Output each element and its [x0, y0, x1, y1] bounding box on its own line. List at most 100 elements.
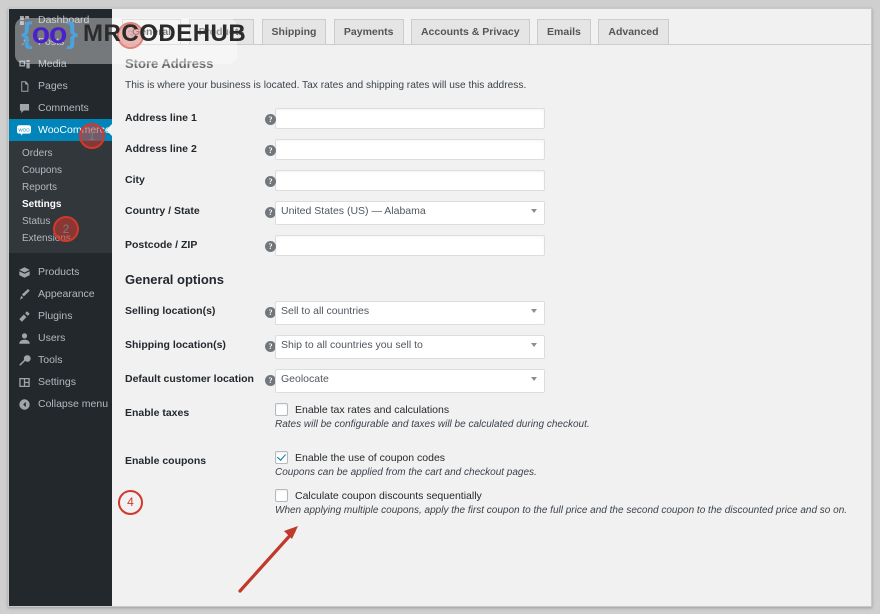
shipping-locations-value: Ship to all countries you sell to [281, 339, 423, 351]
media-icon [16, 57, 32, 71]
annotation-marker-4: 4 [118, 490, 143, 515]
tab-accounts-privacy[interactable]: Accounts & Privacy [410, 19, 530, 44]
sidebar-item-label: Plugins [38, 310, 73, 322]
form-row-default-customer-location: Default customer location ? Geolocate [125, 364, 855, 398]
sidebar-item-label: Appearance [38, 288, 95, 300]
sequential-coupons-label: Calculate coupon discounts sequentially [295, 489, 482, 502]
products-icon [16, 265, 32, 279]
sidebar-item-label: Collapse menu [38, 398, 109, 410]
label-enable-taxes: Enable taxes [125, 407, 190, 419]
country-state-value: United States (US) — Alabama [281, 205, 426, 217]
sidebar-item-pages[interactable]: Pages [9, 75, 112, 97]
submenu-item-coupons[interactable]: Coupons [9, 162, 112, 179]
chevron-down-icon [531, 377, 537, 381]
shipping-locations-select[interactable]: Ship to all countries you sell to [275, 335, 545, 359]
form-row-address-line-1: Address line 1 ? [125, 103, 855, 134]
chevron-down-icon [531, 209, 537, 213]
enable-coupons-row[interactable]: Enable the use of coupon codes [275, 451, 855, 464]
settings-icon [16, 375, 32, 389]
svg-text:WOO: WOO [18, 127, 30, 132]
sidebar-item-collapse-menu[interactable]: Collapse menu [9, 393, 112, 415]
help-icon[interactable]: ? [265, 176, 276, 187]
sequential-coupons-row[interactable]: Calculate coupon discounts sequentially [275, 489, 855, 502]
label-shipping-locations: Shipping location(s) ? [125, 330, 276, 364]
sidebar-item-label: Settings [38, 376, 76, 388]
chevron-down-icon [531, 309, 537, 313]
collapse-icon [16, 397, 32, 411]
enable-taxes-hint: Rates will be configurable and taxes wil… [275, 419, 590, 430]
label-country-state: Country / State ? [125, 196, 276, 230]
settings-panel: Store Address This is where your busines… [112, 56, 871, 532]
general-options-form: Selling location(s) ? Sell to all countr… [125, 296, 855, 532]
form-row-enable-taxes: Enable taxes Enable tax rates and calcul… [125, 398, 855, 446]
store-address-heading: Store Address [125, 56, 214, 71]
address-line-1-input[interactable] [275, 108, 545, 129]
comments-icon [16, 101, 32, 115]
help-icon[interactable]: ? [265, 114, 276, 125]
sidebar-item-label: Tools [38, 354, 63, 366]
tab-shipping[interactable]: Shipping [261, 19, 327, 44]
form-row-address-line-2: Address line 2 ? [125, 134, 855, 165]
sidebar-item-products[interactable]: Products [9, 261, 112, 283]
sequential-coupons-hint: When applying multiple coupons, apply th… [275, 505, 848, 516]
store-address-description: This is where your business is located. … [125, 80, 527, 91]
users-icon [16, 331, 32, 345]
sidebar-item-label: Products [38, 266, 80, 278]
chevron-down-icon [531, 343, 537, 347]
settings-tabs: General Products Shipping Payments Accou… [121, 18, 871, 45]
sidebar-item-label: Comments [38, 102, 89, 114]
label-default-customer-location: Default customer location ? [125, 364, 276, 398]
label-address-line-1: Address line 1 ? [125, 103, 276, 134]
main-content: General Products Shipping Payments Accou… [112, 9, 871, 606]
help-icon[interactable]: ? [265, 145, 276, 156]
default-customer-location-select[interactable]: Geolocate [275, 369, 545, 393]
form-row-city: City ? [125, 165, 855, 196]
enable-taxes-checkbox[interactable] [275, 403, 288, 416]
tab-payments[interactable]: Payments [333, 19, 404, 44]
sequential-coupons-checkbox[interactable] [275, 489, 288, 502]
label-address-line-2: Address line 2 ? [125, 134, 276, 165]
sidebar-item-tools[interactable]: Tools [9, 349, 112, 371]
country-state-select[interactable]: United States (US) — Alabama [275, 201, 545, 225]
selling-locations-select[interactable]: Sell to all countries [275, 301, 545, 325]
help-icon[interactable]: ? [265, 241, 276, 252]
appearance-icon [16, 287, 32, 301]
annotation-marker-1: 1 [79, 123, 105, 149]
enable-coupons-checkbox[interactable] [275, 451, 288, 464]
sidebar-item-users[interactable]: Users [9, 327, 112, 349]
form-row-selling-locations: Selling location(s) ? Sell to all countr… [125, 296, 855, 330]
store-address-form: Address line 1 ? Address line 2 ? City ?… [125, 103, 855, 261]
form-row-shipping-locations: Shipping location(s) ? Ship to all count… [125, 330, 855, 364]
sidebar-item-settings[interactable]: Settings [9, 371, 112, 393]
tab-advanced[interactable]: Advanced [598, 19, 669, 44]
form-row-enable-coupons: Enable coupons Enable the use of coupon … [125, 446, 855, 532]
sidebar-item-appearance[interactable]: Appearance [9, 283, 112, 305]
woocommerce-icon: WOO [16, 123, 32, 137]
browser-window: Dashboard Posts Media Pages Comments WOO… [8, 8, 872, 607]
submenu-item-settings[interactable]: Settings [9, 196, 112, 213]
enable-taxes-row[interactable]: Enable tax rates and calculations [275, 403, 855, 416]
sidebar-item-comments[interactable]: Comments [9, 97, 112, 119]
sidebar-item-label: Users [38, 332, 66, 344]
form-row-postcode-zip: Postcode / ZIP ? [125, 230, 855, 261]
sidebar-item-plugins[interactable]: Plugins [9, 305, 112, 327]
menu-divider [9, 253, 112, 261]
tab-products[interactable]: Products [188, 19, 255, 44]
admin-sidebar: Dashboard Posts Media Pages Comments WOO… [9, 9, 113, 606]
general-options-heading: General options [125, 272, 224, 287]
label-enable-coupons: Enable coupons [125, 455, 207, 467]
submenu-item-reports[interactable]: Reports [9, 179, 112, 196]
sidebar-item-dashboard[interactable]: Dashboard [9, 9, 112, 31]
dashboard-icon [16, 13, 32, 27]
label-selling-locations: Selling location(s) ? [125, 296, 276, 330]
postcode-zip-input[interactable] [275, 235, 545, 256]
sidebar-item-label: Posts [38, 36, 65, 48]
annotation-marker-2: 2 [53, 216, 79, 242]
sidebar-item-posts[interactable]: Posts [9, 31, 112, 53]
city-input[interactable] [275, 170, 545, 191]
sidebar-item-label: Media [38, 58, 67, 70]
address-line-2-input[interactable] [275, 139, 545, 160]
tools-icon [16, 353, 32, 367]
sidebar-item-media[interactable]: Media [9, 53, 112, 75]
tab-emails[interactable]: Emails [537, 19, 591, 44]
